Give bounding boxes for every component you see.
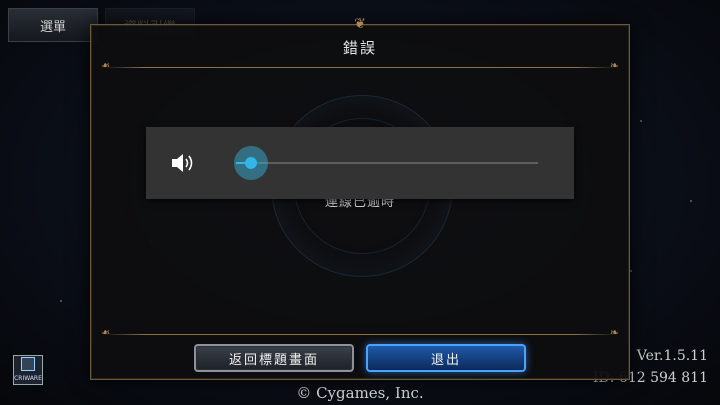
exit-button[interactable]: 退出 (366, 344, 526, 372)
version-label: Ver.1.5.11 (636, 348, 708, 364)
speaker-icon (172, 154, 193, 172)
return-to-title-button[interactable]: 返回標題畫面 (194, 344, 354, 372)
dialog-title: 錯誤 (342, 39, 377, 57)
cube-icon (21, 357, 35, 371)
copyright-text: © Cygames, Inc. (296, 384, 424, 402)
criware-logo: CRIWARE (13, 355, 43, 385)
bottom-divider (103, 326, 619, 339)
volume-overlay (146, 127, 574, 199)
error-dialog: ❦ 錯誤 連線已逾時 (90, 16, 630, 380)
ornament-icon: ❦ (354, 16, 366, 32)
menu-tab[interactable]: 選單 (8, 8, 98, 42)
volume-slider-thumb[interactable] (234, 146, 269, 180)
top-divider (103, 59, 619, 72)
logo-text: CRIWARE (14, 375, 42, 382)
volume-slider[interactable] (234, 146, 538, 180)
